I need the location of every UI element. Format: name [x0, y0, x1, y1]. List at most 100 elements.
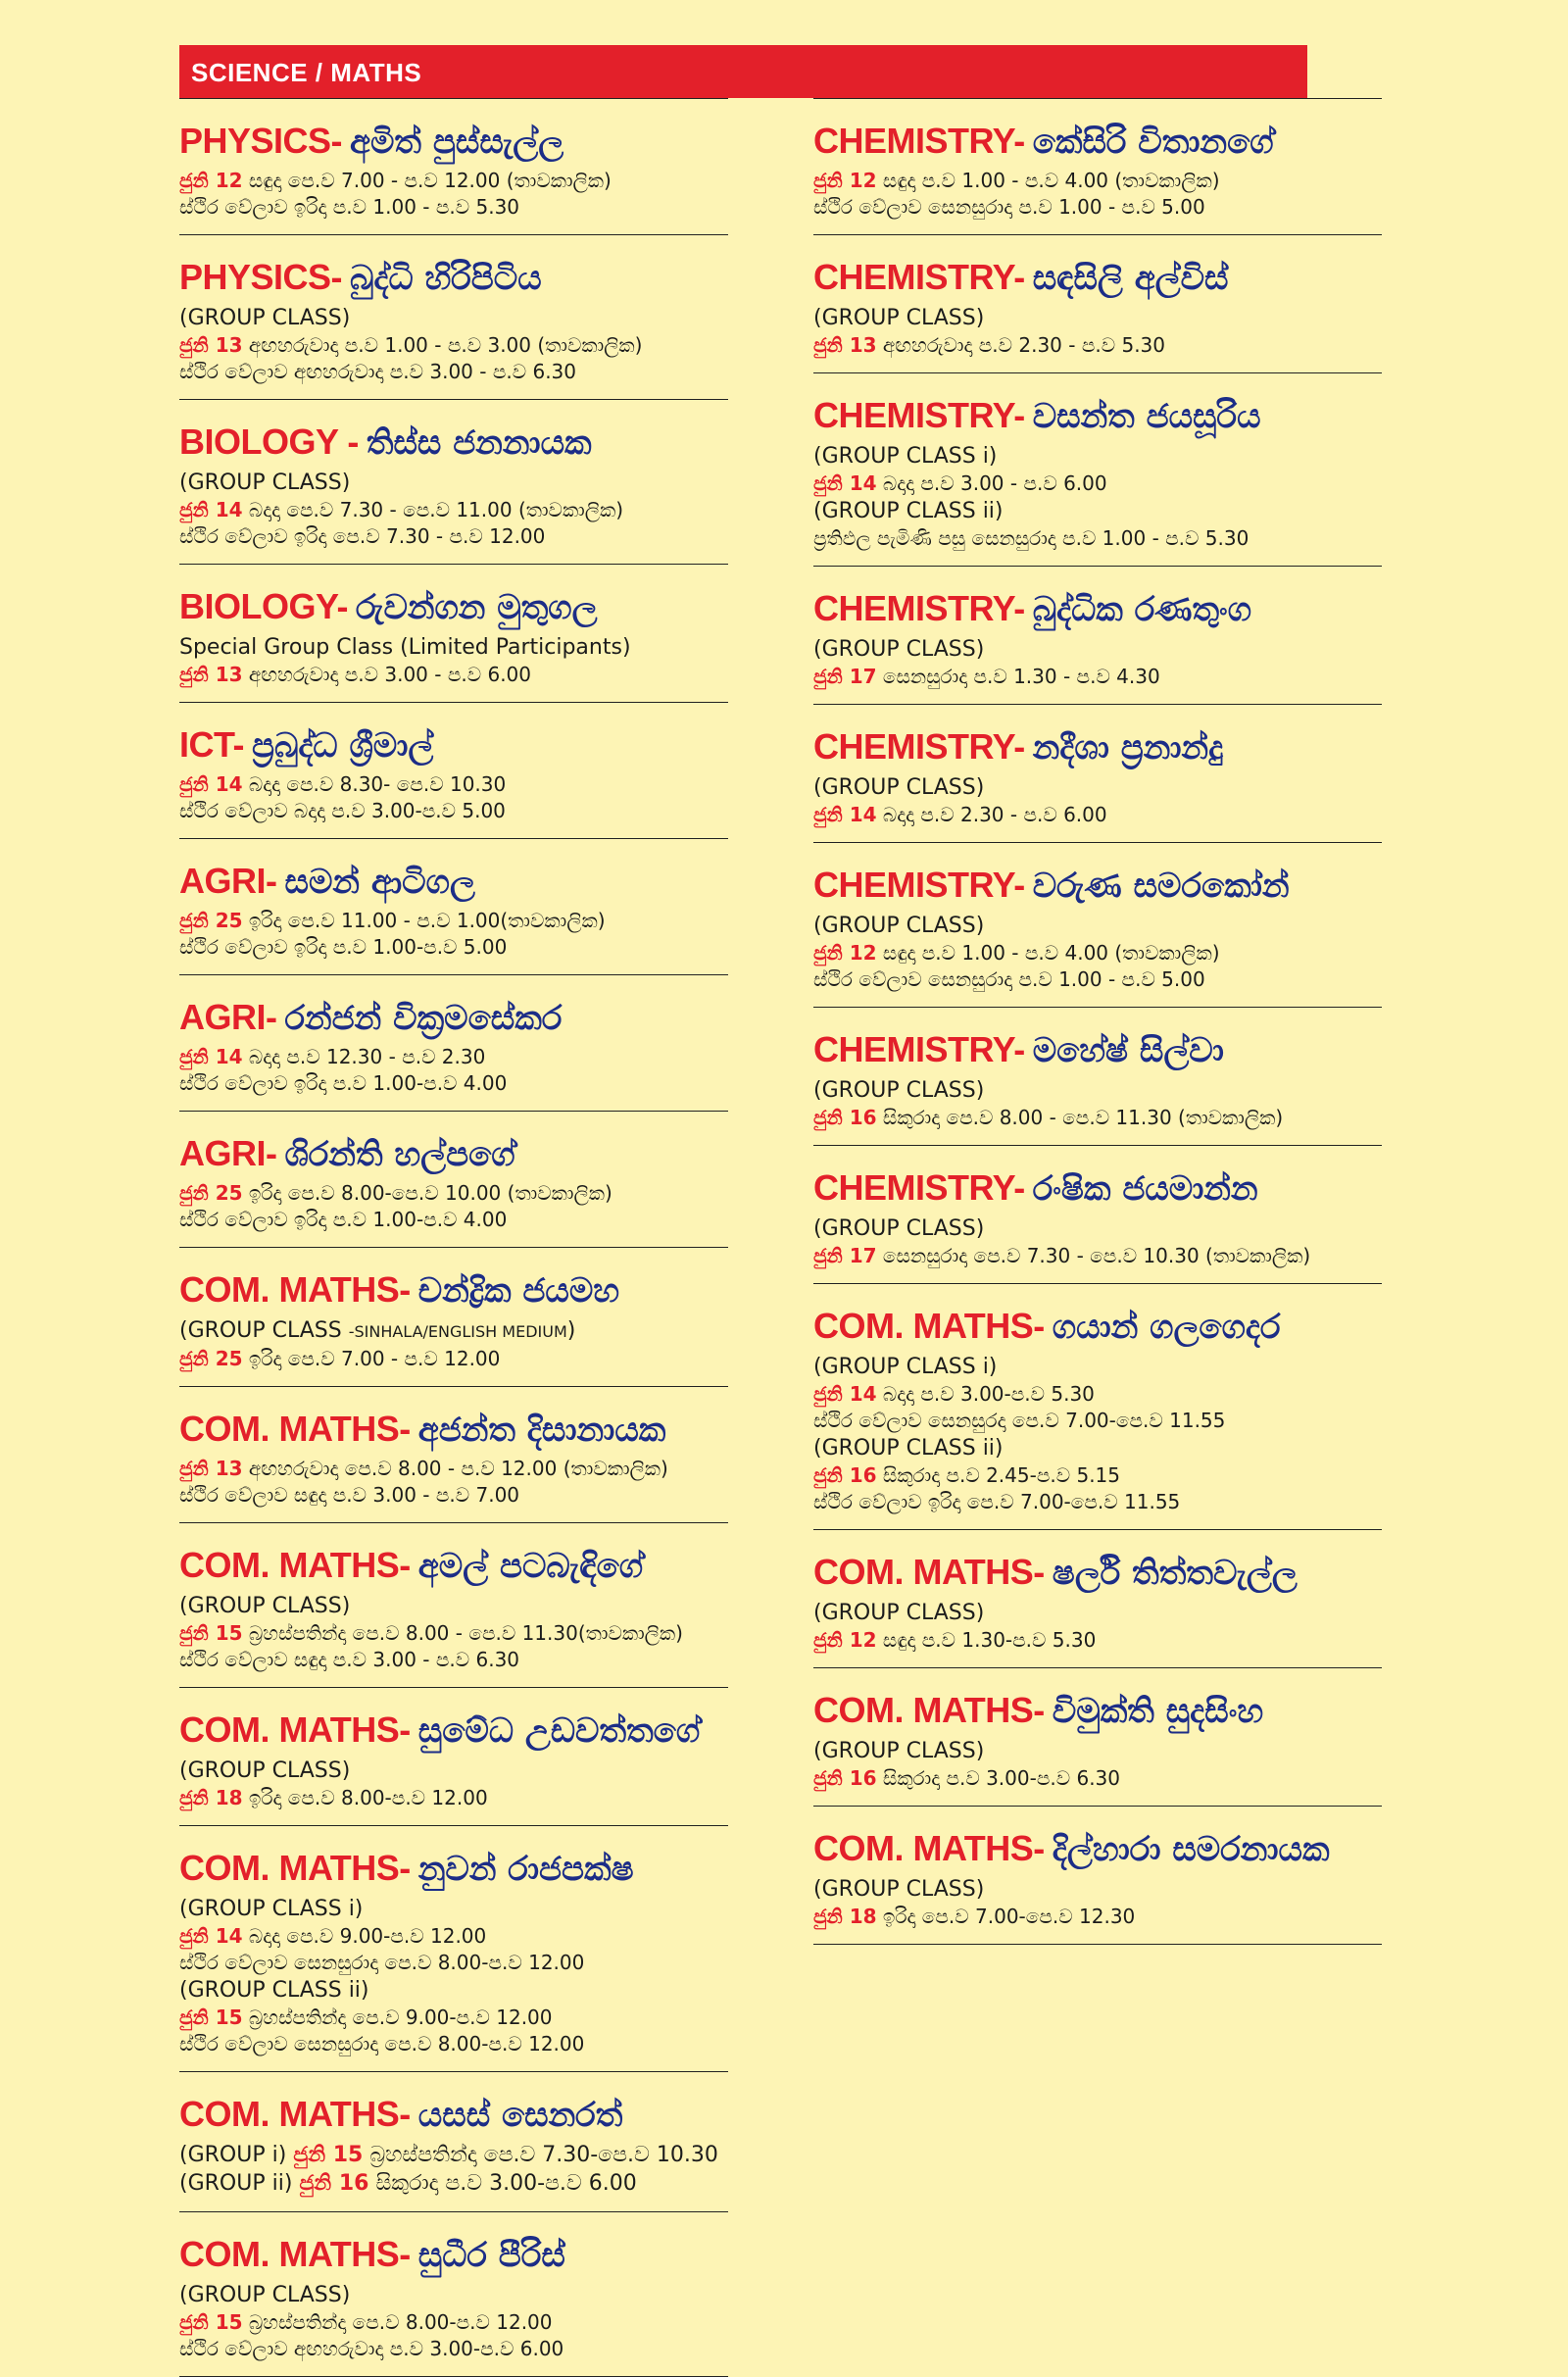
- medium-note: -SINHALA/ENGLISH MEDIUM: [348, 1322, 567, 1341]
- schedule-date: ජුනි 15: [179, 2006, 243, 2029]
- schedule-date: ජුනි 13: [179, 1457, 243, 1480]
- schedule-line: ජුනි 16 සිකුරාදා පෙ.ව 8.00 - පෙ.ව 11.30 …: [813, 1105, 1382, 1131]
- schedule-date: ජුනි 16: [813, 1463, 877, 1487]
- schedule-line: (GROUP CLASS): [813, 304, 1382, 332]
- schedule-date: ජුනි 14: [179, 772, 243, 796]
- subject-name: CHEMISTRY-: [813, 121, 1025, 161]
- class-entry: AGRI- සමන් ආටිගල ජුනි 25 ඉරිදා පෙ.ව 11.00 …: [179, 838, 728, 974]
- subject-name: COM. MATHS-: [179, 1269, 411, 1310]
- group-label: (GROUP CLASS ii): [813, 1436, 1004, 1461]
- subject-name: CHEMISTRY-: [813, 257, 1025, 297]
- schedule-line: ජුනි 12 සඳුදා ප.ව 1.00 - ප.ව 4.00 (තාවකා…: [813, 940, 1382, 966]
- class-entry: AGRI- ශිරන්ති හල්පගේ ජුනි 25 ඉරිදා පෙ.ව 8.…: [179, 1111, 728, 1247]
- teacher-name: ශිරන්ති හල්පගේ: [284, 1135, 515, 1174]
- schedule-line: (GROUP CLASS -SINHALA/ENGLISH MEDIUM): [179, 1316, 728, 1346]
- schedule-date: ජුනි 15: [179, 2310, 243, 2334]
- schedule-text: බදාදා පෙ.ව 7.30 - පෙ.ව 11.00 (තාවකාලික): [242, 498, 624, 521]
- schedule-text: බදාදා පෙ.ව 8.30- පෙ.ව 10.30: [242, 772, 507, 796]
- group-label: (GROUP CLASS i): [179, 1897, 364, 1921]
- schedule-date: ජුනි 17: [813, 1244, 877, 1267]
- schedule-line: ජුනි 25 ඉරිදා පෙ.ව 7.00 - ප.ව 12.00: [179, 1346, 728, 1372]
- subject-name: COM. MATHS-: [179, 2234, 411, 2274]
- group-label: (GROUP CLASS i): [813, 1355, 998, 1379]
- entry-title: AGRI- ශිරන්ති හල්පගේ: [179, 1127, 728, 1180]
- schedule-text: ඉරිදා පෙ.ව 8.00-පෙ.ව 10.00 (තාවකාලික): [242, 1181, 612, 1205]
- schedule-text: බ්‍රහස්පතින්දා පෙ.ව 9.00-ප.ව 12.00: [242, 2006, 553, 2029]
- right-column: CHEMISTRY- කේසිරි විතානගේ ජුනි 12 සඳුදා ප.…: [813, 98, 1382, 1945]
- schedule-text: සෙනසුරාදා පෙ.ව 7.30 - පෙ.ව 10.30 (තාවකාල…: [876, 1244, 1311, 1267]
- schedule-date: ජුනි 25: [179, 1181, 243, 1205]
- schedule-line: (GROUP CLASS): [813, 773, 1382, 802]
- group-label: (GROUP CLASS): [179, 470, 351, 495]
- schedule-text: අඟහරුවාදා ප.ව 1.00 - ප.ව 3.00 (තාවකාලික): [242, 333, 643, 357]
- entry-title: PHYSICS- බුද්ධි හිරිපිටිය: [179, 251, 728, 304]
- group-label: (GROUP CLASS: [179, 1318, 349, 1343]
- subject-name: AGRI-: [179, 1133, 277, 1173]
- schedule-text: ස්ථිර වේලාව ඉරිදා ප.ව 1.00-ප.ව 5.00: [179, 935, 508, 959]
- class-entry: CHEMISTRY- වරුණ සමරකෝන් (GROUP CLASS) ජුනි …: [813, 842, 1382, 1007]
- schedule-line: ජුනි 25 ඉරිදා පෙ.ව 8.00-පෙ.ව 10.00 (තාවක…: [179, 1180, 728, 1207]
- schedule-text: ස්ථිර වේලාව අඟහරුවාදා ප.ව 3.00 - ප.ව 6.3…: [179, 360, 576, 383]
- class-entry: COM. MATHS- විමුක්ති සුදසිංහ (GROUP CLASS)…: [813, 1667, 1382, 1806]
- timetable-page: SCIENCE / MATHS PHYSICS- අමිත් පුස්සැල්ල ජ…: [0, 0, 1568, 2377]
- schedule-line: ජුනි 15 බ්‍රහස්පතින්දා පෙ.ව 9.00-ප.ව 12.…: [179, 2005, 728, 2031]
- schedule-line: ස්ථිර වේලාව සෙනසුරාදා ප.ව 1.00 - ප.ව 5.0…: [813, 194, 1382, 221]
- teacher-name: අමිත් පුස්සැල්ල: [350, 123, 564, 162]
- subject-name: COM. MATHS-: [179, 1545, 411, 1585]
- class-entry: BIOLOGY- රුවන්ගන මුතුගල Special Group Clas…: [179, 564, 728, 702]
- schedule-text: ස්ථිර වේලාව බදාදා ප.ව 3.00-ප.ව 5.00: [179, 799, 506, 822]
- teacher-name: අමල් පටබැඳිගේ: [417, 1547, 644, 1586]
- teacher-name: වරුණ සමරකෝන්: [1032, 867, 1290, 906]
- schedule-text: ස්ථිර වේලාව සඳුදා ප.ව 3.00 - ප.ව 7.00: [179, 1483, 520, 1507]
- subject-name: PHYSICS-: [179, 257, 343, 297]
- teacher-name: ෂර්ලි තිත්තවැල්ල: [1052, 1554, 1298, 1593]
- schedule-line: ජුනි 18 ඉරිදා පෙ.ව 8.00-ප.ව 12.00: [179, 1785, 728, 1811]
- schedule-text: ඉරිදා පෙ.ව 8.00-ප.ව 12.00: [242, 1786, 488, 1809]
- class-entry: CHEMISTRY- බුද්ධික රණතුංග (GROUP CLASS) ජුන…: [813, 566, 1382, 704]
- teacher-name: නුවන් රාජපක්ෂ: [417, 1850, 634, 1889]
- schedule-text: සිකුරාදා පෙ.ව 8.00 - පෙ.ව 11.30 (තාවකාලි…: [876, 1106, 1284, 1129]
- subject-name: CHEMISTRY-: [813, 1167, 1025, 1208]
- teacher-name: මහේෂ් සිල්වා: [1032, 1031, 1224, 1070]
- entry-title: COM. MATHS- ෂර්ලි තිත්තවැල්ල: [813, 1546, 1382, 1599]
- schedule-date: ජුනි 14: [813, 803, 877, 826]
- schedule-line: ජුනි 17 සෙනසුරාදා පෙ.ව 7.30 - පෙ.ව 10.30…: [813, 1243, 1382, 1269]
- schedule-date: ජුනි 18: [179, 1786, 243, 1809]
- schedule-text: ස්ථිර වේලාව සෙනසුරාදා පෙ.ව 8.00-ප.ව 12.0…: [179, 2032, 585, 2055]
- entry-title: COM. MATHS- සුධීර පීරිස්: [179, 2228, 728, 2281]
- schedule-text: බ්‍රහස්පතින්දා පෙ.ව 8.00-ප.ව 12.00: [242, 2310, 553, 2334]
- schedule-line: ජුනි 14 බදාදා ප.ව 2.30 - ප.ව 6.00: [813, 802, 1382, 828]
- schedule-line: (GROUP CLASS): [813, 1076, 1382, 1105]
- subject-name: COM. MATHS-: [179, 1709, 411, 1750]
- schedule-date: ජුනි 16: [813, 1766, 877, 1790]
- schedule-text: ප්‍රතිඵල පැමිණි පසු සෙනසුරාදා ප.ව 1.00 -…: [813, 526, 1250, 550]
- schedule-line: (GROUP CLASS): [813, 1875, 1382, 1904]
- schedule-line: (GROUP CLASS): [179, 1757, 728, 1785]
- schedule-line: (GROUP CLASS): [179, 2281, 728, 2309]
- class-entry: CHEMISTRY- නදීශා ප්‍රනාන්දු (GROUP CLASS) ජ…: [813, 704, 1382, 842]
- subject-name: COM. MATHS-: [813, 1306, 1045, 1346]
- class-entry: CHEMISTRY- සඳසිලි අල්විස් (GROUP CLASS) ජුන…: [813, 234, 1382, 372]
- schedule-line: ස්ථිර වේලාව සඳුදා ප.ව 3.00 - ප.ව 6.30: [179, 1647, 728, 1673]
- group-label: (GROUP CLASS): [179, 1594, 351, 1618]
- teacher-name: ප්‍රබුද්ධ ශ්‍රීමාල්: [252, 726, 434, 766]
- schedule-line: Special Group Class (Limited Participant…: [179, 633, 728, 662]
- schedule-text: බදාදා ප.ව 2.30 - ප.ව 6.00: [876, 803, 1107, 826]
- schedule-text: ස්ථිර වේලාව සඳුදා ප.ව 3.00 - ප.ව 6.30: [179, 1648, 520, 1671]
- schedule-date: ජුනි 13: [179, 663, 243, 686]
- schedule-text: අඟහරුවාදා ප.ව 2.30 - ප.ව 5.30: [876, 333, 1165, 357]
- schedule-line: ජුනි 13 අඟහරුවාදා ප.ව 1.00 - ප.ව 3.00 (ත…: [179, 332, 728, 359]
- teacher-name: සුමේධ උඩවත්තගේ: [417, 1711, 701, 1751]
- group-label: (GROUP CLASS): [179, 1758, 351, 1783]
- teacher-name: යසස් සෙනරත්: [417, 2096, 623, 2135]
- column-end-rule: [813, 1944, 1382, 1945]
- group-label: (GROUP CLASS): [813, 775, 985, 800]
- group-label: (GROUP CLASS): [813, 637, 985, 662]
- schedule-text: ස්ථිර වේලාව සෙනසුරාදා පෙ.ව 8.00-ප.ව 12.0…: [179, 1951, 585, 1974]
- schedule-text: ස්ථිර වේලාව ඉරිදා පෙ.ව 7.30 - ප.ව 12.00: [179, 524, 546, 548]
- subject-name: COM. MATHS-: [813, 1552, 1045, 1592]
- entry-title: COM. MATHS- අමල් පටබැඳිගේ: [179, 1539, 728, 1592]
- schedule-line: (GROUP CLASS i): [813, 442, 1382, 470]
- subject-name: PHYSICS-: [179, 121, 343, 161]
- group-label: (GROUP CLASS): [813, 1877, 985, 1902]
